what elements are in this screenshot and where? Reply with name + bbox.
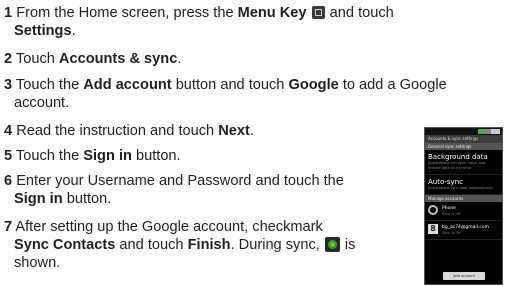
step-number: 5 — [4, 148, 13, 164]
step-number: 1 — [4, 5, 13, 21]
background-data-desc: Applications can sync, send, and receive… — [428, 161, 486, 170]
step-bold-text: Settings — [14, 23, 72, 39]
step-text: and touch — [115, 237, 188, 253]
google-account-icon: 8 — [428, 224, 438, 234]
step-text: After setting up the Google account, che… — [15, 219, 323, 235]
step-4: 4 Read the instruction and touch Next. — [4, 122, 254, 140]
step-5: 5 Touch the Sign in button. — [4, 147, 181, 165]
step-bold-text: Finish — [187, 237, 231, 253]
account-google-row[interactable]: 8 bg_ac74@gmail.com Sync is Off — [425, 221, 502, 240]
step-bold-text: Add account — [83, 77, 172, 93]
auto-sync-desc: Applications sync data automatically — [428, 186, 493, 190]
status-bar — [425, 128, 502, 135]
section-manage-header: Manage accounts — [425, 195, 502, 202]
step-text: Touch the — [15, 77, 84, 93]
step-bold-text: Sync Contacts — [14, 237, 116, 253]
step-6: 6 Enter your Username and Password and t… — [4, 172, 344, 208]
step-bold-text: Google — [288, 77, 339, 93]
step-text: account. — [14, 95, 70, 111]
sync-icon — [324, 237, 340, 252]
step-text: and touch — [329, 5, 394, 21]
background-data-row[interactable]: Background data Applications can sync, s… — [425, 150, 502, 175]
step-number: 2 — [4, 51, 13, 67]
step-text: Touch the — [15, 148, 84, 164]
step-bold-text: Next — [218, 123, 250, 139]
account-status: Sync is Off — [442, 231, 461, 235]
step-text: . — [177, 51, 182, 67]
status-indicators-icon — [478, 129, 500, 134]
step-text: . — [249, 123, 254, 139]
step-text: Touch — [15, 51, 59, 67]
step-text: . During sync, — [230, 237, 324, 253]
step-text: Enter your Username and Password and tou… — [16, 173, 344, 189]
step-bold-text: Sign in — [83, 148, 132, 164]
add-account-button[interactable]: Add account — [443, 272, 485, 280]
step-text: shown. — [14, 255, 61, 271]
step-text: Read the instruction and touch — [16, 123, 219, 139]
background-data-title: Background data — [428, 153, 488, 161]
account-name: Phone — [442, 206, 456, 211]
phone-screenshot: Accounts & sync settings General sync se… — [424, 127, 503, 285]
phone-title: Accounts & sync settings — [425, 135, 502, 143]
step-number: 3 — [4, 77, 13, 93]
section-general-header: General sync settings — [425, 143, 502, 150]
step-text: is — [340, 237, 356, 253]
step-text: button and touch — [171, 77, 289, 93]
step-number: 4 — [4, 123, 13, 139]
step-bold-text: Accounts & sync — [58, 51, 178, 67]
account-status: Sync is Off — [442, 212, 461, 216]
menu-key-icon — [311, 6, 325, 19]
step-number: 6 — [4, 173, 13, 189]
step-bold-text: Menu Key — [237, 5, 307, 21]
step-text: to add a Google — [338, 77, 447, 93]
auto-sync-title: Auto-sync — [428, 178, 463, 186]
step-text: . — [71, 23, 76, 39]
auto-sync-row[interactable]: Auto-sync Applications sync data automat… — [425, 175, 502, 195]
step-3: 3 Touch the Add account button and touch… — [4, 76, 447, 112]
step-2: 2 Touch Accounts & sync. — [4, 50, 181, 68]
step-bold-text: Sign in — [14, 191, 63, 207]
step-number: 7 — [4, 219, 13, 235]
account-phone-row[interactable]: Phone Sync is Off — [425, 202, 502, 221]
step-7: 7 After setting up the Google account, c… — [4, 218, 355, 272]
step-text: From the Home screen, press the — [16, 5, 238, 21]
step-1: 1 From the Home screen, press the Menu K… — [4, 4, 394, 40]
step-text: button. — [131, 148, 181, 164]
account-name: bg_ac74@gmail.com — [442, 225, 489, 230]
sync-ring-icon — [428, 205, 438, 215]
step-text: button. — [62, 191, 112, 207]
